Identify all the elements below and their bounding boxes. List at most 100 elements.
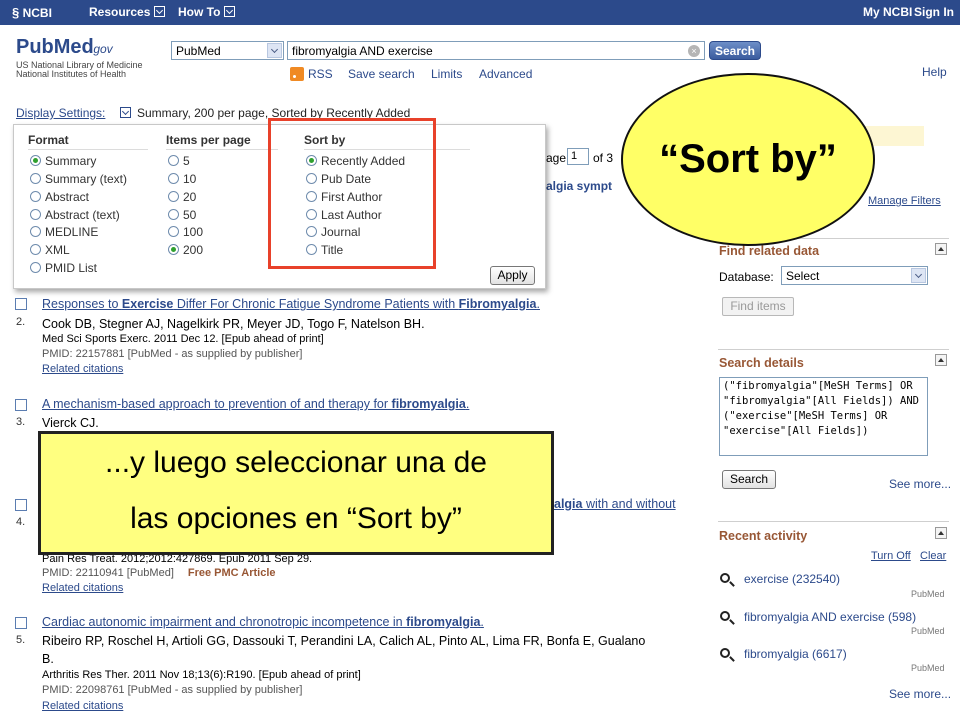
result-checkbox[interactable] bbox=[15, 298, 27, 310]
format-option-xml[interactable]: XML bbox=[30, 243, 70, 257]
result-authors: Ribeiro RP, Roschel H, Artioli GG, Dasso… bbox=[42, 634, 646, 648]
howto-menu[interactable]: How To bbox=[178, 5, 236, 19]
peek-title-text: algia sympt bbox=[546, 179, 613, 193]
items-option-50[interactable]: 50 bbox=[168, 208, 196, 222]
database-label: Database: bbox=[719, 270, 774, 284]
items-option-100[interactable]: 100 bbox=[168, 225, 203, 239]
find-items-button[interactable]: Find items bbox=[722, 297, 794, 316]
related-citations-link[interactable]: Related citations bbox=[42, 582, 123, 594]
display-settings-toggle[interactable]: Display Settings: bbox=[16, 106, 105, 120]
ncbi-logo[interactable]: § NCBI bbox=[12, 5, 52, 20]
items-option-200[interactable]: 200 bbox=[168, 243, 203, 257]
collapse-icon[interactable] bbox=[935, 354, 947, 366]
result-checkbox[interactable] bbox=[15, 499, 27, 511]
find-related-data-title: Find related data bbox=[719, 244, 820, 258]
option-label: Abstract (text) bbox=[45, 208, 120, 222]
option-label: Summary bbox=[45, 154, 97, 168]
logo-subtitle-nih: National Institutes of Health bbox=[16, 69, 127, 79]
recent-item-link[interactable]: fibromyalgia (6617) bbox=[744, 647, 847, 661]
resources-label: Resources bbox=[89, 5, 151, 19]
advanced-link[interactable]: Advanced bbox=[479, 67, 532, 81]
clear-link[interactable]: Clear bbox=[920, 550, 946, 562]
radio-selected-icon bbox=[168, 244, 179, 255]
related-citations-link[interactable]: Related citations bbox=[42, 700, 123, 712]
sort-by-callout-text: “Sort by” bbox=[659, 137, 837, 181]
search-button[interactable]: Search bbox=[709, 41, 761, 60]
result-title-link[interactable]: algia with and without bbox=[554, 497, 676, 511]
title-highlight: Exercise bbox=[121, 297, 174, 311]
search-input[interactable]: fibromyalgia AND exercise × bbox=[287, 41, 705, 60]
recent-item-db: PubMed bbox=[911, 626, 945, 636]
radio-icon bbox=[168, 155, 179, 166]
see-more-link[interactable]: See more... bbox=[889, 477, 951, 491]
recent-activity-title: Recent activity bbox=[719, 529, 808, 543]
format-option-pmid-list[interactable]: PMID List bbox=[30, 261, 97, 275]
section-divider bbox=[718, 521, 949, 522]
recent-item-db: PubMed bbox=[911, 589, 945, 599]
title-text: with and without bbox=[582, 497, 676, 511]
instruction-line-2: las opciones en “Sort by” bbox=[130, 502, 462, 535]
result-checkbox[interactable] bbox=[15, 617, 27, 629]
format-heading: Format bbox=[28, 133, 148, 150]
collapse-icon[interactable] bbox=[935, 527, 947, 539]
format-option-summary-text[interactable]: Summary (text) bbox=[30, 172, 127, 186]
items-option-10[interactable]: 10 bbox=[168, 172, 196, 186]
sign-in-link[interactable]: Sign In bbox=[914, 5, 954, 19]
search-details-textarea[interactable]: ("fibromyalgia"[MeSH Terms] OR "fibromya… bbox=[719, 377, 928, 456]
items-option-20[interactable]: 20 bbox=[168, 190, 196, 204]
chevron-down-icon bbox=[224, 6, 236, 17]
turn-off-link[interactable]: Turn Off bbox=[871, 550, 911, 562]
option-label: Summary (text) bbox=[45, 172, 128, 186]
format-option-abstract-text[interactable]: Abstract (text) bbox=[30, 208, 120, 222]
sort-by-highlight-box bbox=[268, 118, 436, 269]
result-pmid: PMID: 22098761 [PubMed - as supplied by … bbox=[42, 684, 303, 696]
database-select[interactable]: PubMed bbox=[171, 41, 284, 60]
result-title-link[interactable]: Cardiac autonomic impairment and chronot… bbox=[42, 615, 484, 629]
chevron-down-icon bbox=[154, 6, 166, 17]
save-search-link[interactable]: Save search bbox=[348, 67, 415, 81]
page-number-input[interactable]: 1 bbox=[567, 148, 589, 165]
result-title-link[interactable]: A mechanism-based approach to prevention… bbox=[42, 397, 469, 411]
radio-icon bbox=[30, 191, 41, 202]
title-highlight: Fibromyalgia bbox=[458, 297, 537, 311]
manage-filters-link[interactable]: Manage Filters bbox=[868, 195, 941, 207]
search-details-button[interactable]: Search bbox=[722, 470, 776, 489]
result-number: 3. bbox=[16, 416, 26, 428]
option-label: 5 bbox=[183, 154, 190, 168]
related-database-select[interactable]: Select bbox=[781, 266, 928, 285]
limits-link[interactable]: Limits bbox=[431, 67, 462, 81]
option-label: 10 bbox=[183, 172, 197, 186]
help-link[interactable]: Help bbox=[922, 65, 947, 79]
pubmed-logo-gov: .gov bbox=[90, 42, 113, 56]
sort-by-callout-bubble: “Sort by” bbox=[621, 73, 875, 246]
my-ncbi-link[interactable]: My NCBI bbox=[863, 5, 912, 19]
title-highlight: fibromyalgia bbox=[406, 615, 481, 629]
format-option-abstract[interactable]: Abstract bbox=[30, 190, 89, 204]
result-title-link[interactable]: Responses to Exercise Differ For Chronic… bbox=[42, 297, 540, 311]
result-title-peek[interactable]: algia sympt bbox=[546, 179, 612, 193]
result-number: 2. bbox=[16, 316, 26, 328]
collapse-icon[interactable] bbox=[935, 243, 947, 255]
recent-item-link[interactable]: exercise (232540) bbox=[744, 572, 840, 586]
chevron-down-icon[interactable] bbox=[120, 107, 131, 118]
chevron-down-icon bbox=[267, 43, 282, 58]
format-option-medline[interactable]: MEDLINE bbox=[30, 225, 98, 239]
clear-icon[interactable]: × bbox=[688, 45, 700, 57]
result-journal: Med Sci Sports Exerc. 2011 Dec 12. [Epub… bbox=[42, 333, 324, 345]
rss-link[interactable]: RSS bbox=[308, 67, 333, 81]
apply-button[interactable]: Apply bbox=[490, 266, 535, 285]
rss-icon[interactable] bbox=[290, 67, 304, 81]
result-checkbox[interactable] bbox=[15, 399, 27, 411]
pubmed-logo[interactable]: PubMed bbox=[16, 36, 94, 59]
radio-icon bbox=[30, 209, 41, 220]
format-option-summary[interactable]: Summary bbox=[30, 154, 96, 168]
pmid-text: PMID: 22110941 [PubMed] bbox=[42, 567, 174, 579]
recent-item-link[interactable]: fibromyalgia AND exercise (598) bbox=[744, 610, 916, 624]
option-label: XML bbox=[45, 243, 70, 257]
related-citations-link[interactable]: Related citations bbox=[42, 363, 123, 375]
instruction-callout-box: ...y luego seleccionar una de las opcion… bbox=[38, 431, 554, 555]
free-pmc-article-link[interactable]: Free PMC Article bbox=[188, 567, 276, 579]
items-option-5[interactable]: 5 bbox=[168, 154, 190, 168]
resources-menu[interactable]: Resources bbox=[89, 5, 166, 19]
see-more-link[interactable]: See more... bbox=[889, 687, 951, 701]
